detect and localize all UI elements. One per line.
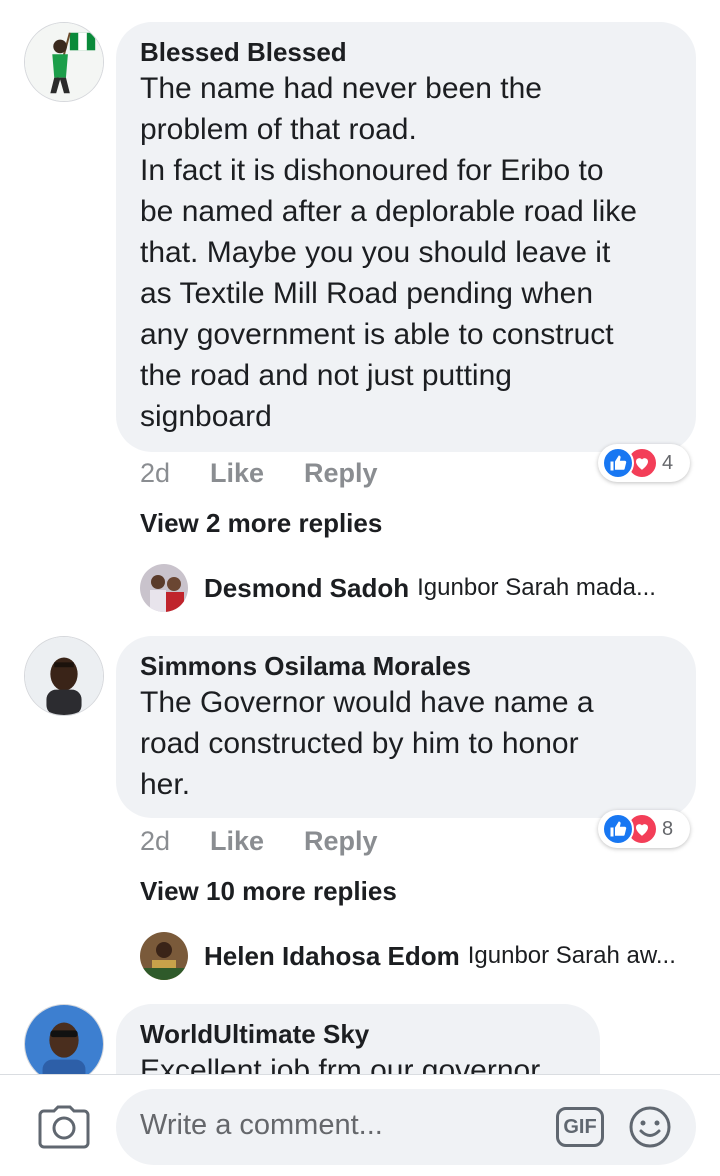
avatar <box>140 564 188 612</box>
comment-composer: Write a comment... GIF <box>0 1074 720 1176</box>
avatar-image <box>25 1005 103 1083</box>
comment-author[interactable]: Blessed Blessed <box>140 36 670 68</box>
view-more-replies-link[interactable]: View 10 more replies <box>140 876 397 907</box>
comment-text: The name had never been the problem of t… <box>140 72 637 433</box>
latest-reply-preview[interactable]: Helen Idahosa Edom Igunbor Sarah aw... <box>140 932 676 980</box>
camera-icon[interactable] <box>38 1105 90 1149</box>
reply-button[interactable]: Reply <box>304 458 378 489</box>
reaction-count: 4 <box>662 451 674 474</box>
reply-snippet: Igunbor Sarah aw... <box>467 942 676 969</box>
comment-bubble: Simmons Osilama Morales The Governor wou… <box>116 636 696 818</box>
reaction-summary[interactable]: 8 <box>598 810 690 848</box>
view-more-replies-link[interactable]: View 2 more replies <box>140 508 382 539</box>
reply-snippet: Igunbor Sarah mada... <box>417 574 656 601</box>
avatar[interactable] <box>24 636 104 716</box>
like-button[interactable]: Like <box>210 458 264 489</box>
comment-timestamp[interactable]: 2d <box>140 826 210 857</box>
comment-actions: 2d Like Reply <box>140 826 418 857</box>
comment-input[interactable]: Write a comment... GIF <box>116 1089 696 1165</box>
reply-button[interactable]: Reply <box>304 826 378 857</box>
avatar-image <box>25 637 103 715</box>
avatar-image <box>25 23 103 101</box>
comment-text: The Governor would have name a road cons… <box>140 686 594 801</box>
comment-placeholder: Write a comment... <box>140 1109 383 1141</box>
comment-timestamp[interactable]: 2d <box>140 458 210 489</box>
comment-author[interactable]: WorldUltimate Sky <box>140 1018 574 1050</box>
like-button[interactable]: Like <box>210 826 264 857</box>
emoji-icon[interactable] <box>628 1105 672 1149</box>
avatar[interactable] <box>24 22 104 102</box>
like-icon <box>602 813 634 845</box>
comment-bubble: Blessed Blessed The name had never been … <box>116 22 696 452</box>
avatar[interactable] <box>24 1004 104 1084</box>
comment-actions: 2d Like Reply <box>140 458 418 489</box>
reaction-summary[interactable]: 4 <box>598 444 690 482</box>
reply-author: Helen Idahosa Edom <box>204 940 460 971</box>
latest-reply-preview[interactable]: Desmond Sadoh Igunbor Sarah mada... <box>140 564 656 612</box>
reply-author: Desmond Sadoh <box>204 572 410 603</box>
avatar <box>140 932 188 980</box>
comment-author[interactable]: Simmons Osilama Morales <box>140 650 670 682</box>
gif-button[interactable]: GIF <box>556 1107 604 1147</box>
reaction-count: 8 <box>662 817 674 840</box>
like-icon <box>602 447 634 479</box>
